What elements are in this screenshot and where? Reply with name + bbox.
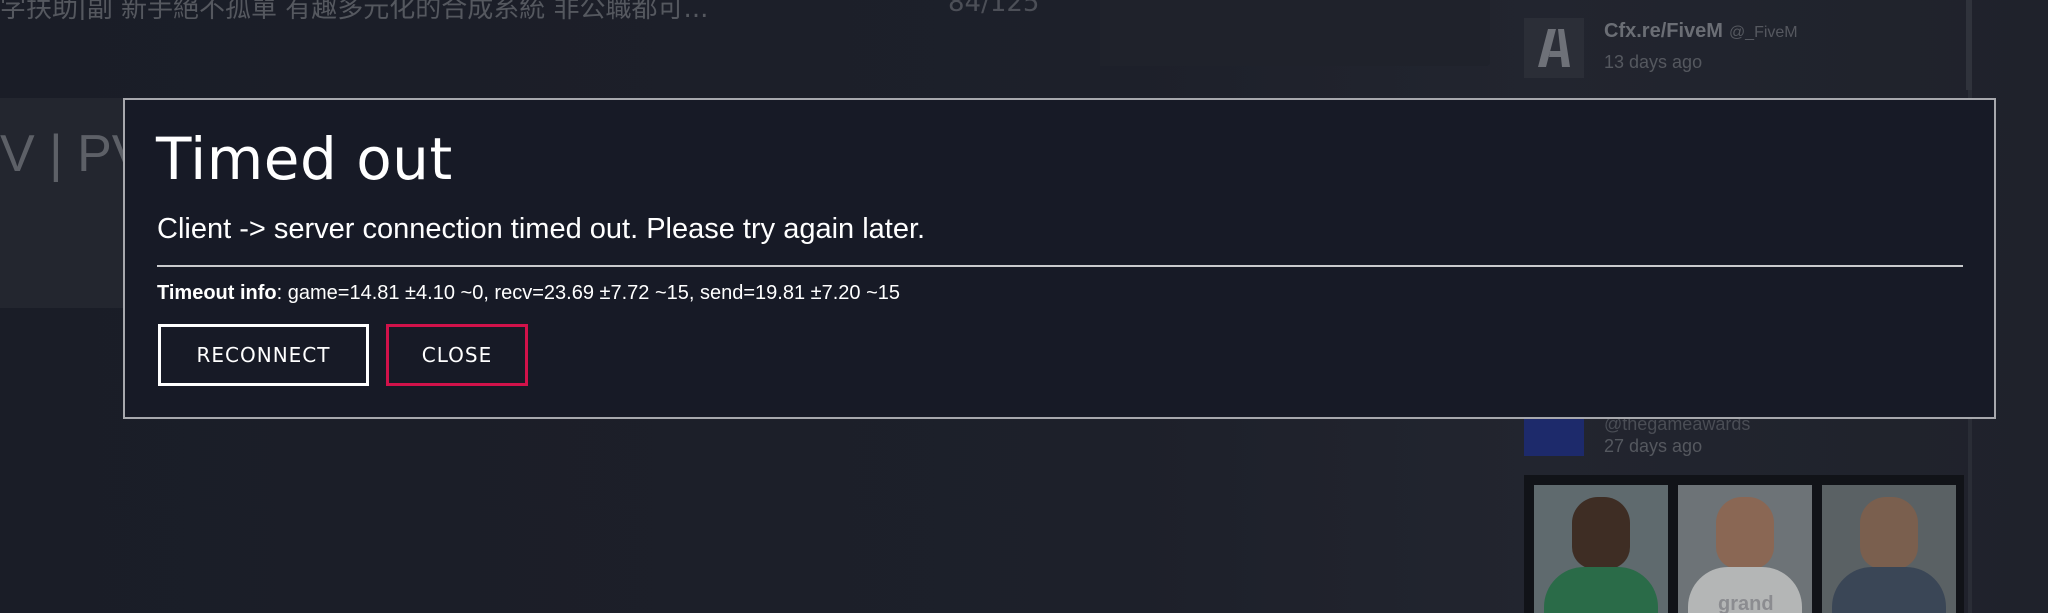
- promo-image: grand: [1524, 475, 1964, 613]
- close-button[interactable]: CLOSE: [386, 324, 528, 386]
- timeout-info: Timeout info: game=14.81 ±4.10 ~0, recv=…: [157, 282, 900, 305]
- promo-character: [1534, 485, 1668, 613]
- player-count: 84/125: [948, 0, 1040, 18]
- reconnect-button[interactable]: RECONNECT: [158, 324, 369, 386]
- dialog-message: Client -> server connection timed out. P…: [157, 213, 926, 245]
- feed-time: 27 days ago: [1604, 436, 1703, 456]
- timeout-info-label: Timeout info: [157, 282, 277, 304]
- promo-character: grand: [1678, 485, 1812, 613]
- fivem-logo-icon: [1524, 18, 1584, 78]
- feed-scrollbar-thumb: [1966, 0, 1972, 90]
- screen: 字扶助|副 新手絕不孤單 有趣多元化的合成系統 非公職都可... 84/125 …: [0, 0, 2048, 613]
- server-name: 字扶助|副 新手絕不孤單 有趣多元化的合成系統 非公職都可...: [0, 0, 709, 20]
- feed-time: 13 days ago: [1604, 52, 1703, 72]
- timeout-dialog: Timed out Client -> server connection ti…: [123, 98, 1996, 419]
- dialog-title: Timed out: [156, 125, 453, 193]
- promo-label: grand: [1718, 593, 1774, 613]
- timeout-info-value: : game=14.81 ±4.10 ~0, recv=23.69 ±7.72 …: [276, 282, 901, 304]
- promo-character: [1822, 485, 1956, 613]
- server-list-row: 字扶助|副 新手絕不孤單 有趣多元化的合成系統 非公職都可... 84/125: [0, 0, 1110, 20]
- feed-author: Cfx.re/FiveM @_FiveM: [1604, 20, 1798, 42]
- dialog-divider: [157, 265, 1963, 267]
- background-panel: [1100, 0, 1490, 66]
